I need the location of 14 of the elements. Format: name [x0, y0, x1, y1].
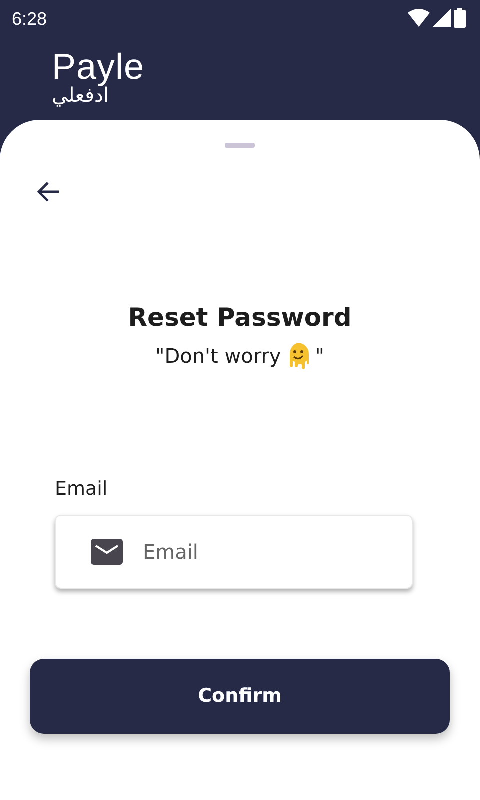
logo: Payle [52, 50, 145, 84]
drag-handle[interactable] [225, 143, 255, 148]
battery-icon [454, 8, 466, 28]
confirm-button[interactable]: Confirm [30, 659, 450, 734]
subtitle-text: "Don't worry [156, 342, 282, 370]
subtitle-quote: " [315, 342, 324, 370]
wifi-icon [408, 9, 430, 27]
mail-icon [91, 539, 123, 565]
back-arrow-icon[interactable] [36, 181, 60, 203]
signal-icon [433, 9, 451, 27]
page-title: Reset Password [128, 303, 352, 332]
email-label: Email [55, 478, 108, 500]
email-field[interactable]: Email [55, 515, 413, 589]
status-time: 6:28 [12, 8, 48, 31]
